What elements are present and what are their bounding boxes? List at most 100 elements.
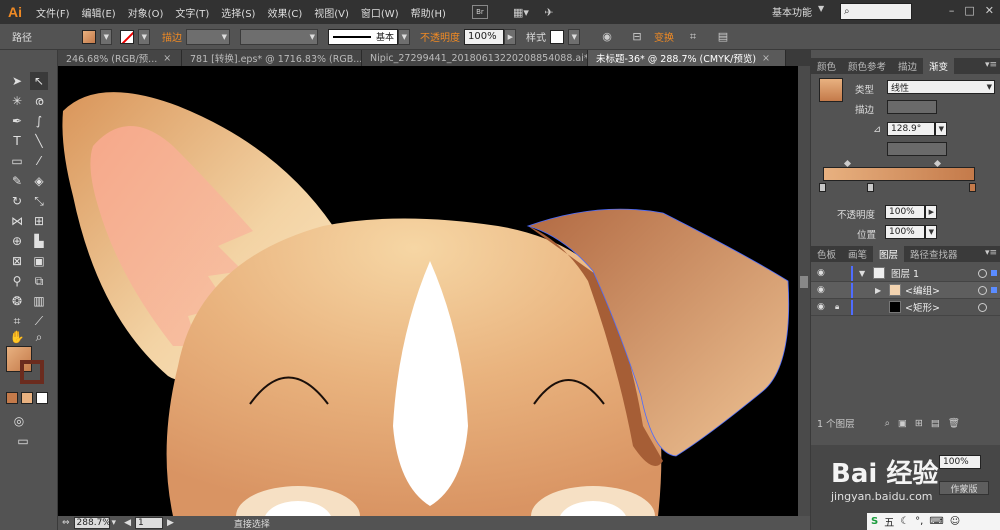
angle-field[interactable]: 128.9° [887,122,935,136]
panel-menu-icon[interactable]: ▤ [712,29,734,45]
midpoint-diamond[interactable] [933,159,942,168]
target-icon[interactable] [978,268,987,278]
brush-dropdown[interactable]: ▼ [398,28,410,45]
draw-mode-icon[interactable]: ◎ [10,412,28,430]
close-icon[interactable]: ✕ [985,4,994,17]
layer-name[interactable]: <编组> [905,283,940,297]
prev-artboard-icon[interactable]: ◀ [124,518,131,528]
layer-name[interactable]: 图层 1 [891,266,919,280]
tab-pathfinder[interactable]: 路径查找器 [904,246,964,262]
zoom-tool-icon[interactable]: ⌕ [30,328,48,346]
disclosure-triangle-icon[interactable]: ▶ [875,286,881,295]
gradient-stop-selected[interactable] [969,183,976,192]
menu-edit[interactable]: 编辑(E) [76,5,122,20]
layer-row[interactable]: ◉ 🔒︎ <矩形> [811,299,1000,316]
opacity-label[interactable]: 不透明度 [420,29,460,44]
tab-brushes[interactable]: 画笔 [842,246,873,262]
workspace-switcher[interactable]: 基本功能 [772,4,812,19]
angle-dropdown[interactable]: ▼ [935,122,947,136]
doc-tab-2[interactable]: 781 [转换].eps* @ 1716.83% (RGB...× [182,50,362,66]
doc-tab-active[interactable]: 未标题-36* @ 288.7% (CMYK/预览) × [588,50,786,66]
stop-opacity-field[interactable]: 100% [885,205,925,219]
width-tool-icon[interactable]: ⋈ [8,212,26,230]
close-icon[interactable]: × [163,53,171,64]
blend-tool-icon[interactable]: ⧉ [30,272,48,290]
gpu-performance-icon[interactable]: ✈ [538,4,560,20]
menu-view[interactable]: 视图(V) [308,5,355,20]
arrange-documents-icon[interactable]: ▦▾ [510,4,532,20]
make-mask-button[interactable]: 作蒙版 [939,481,989,495]
magic-wand-tool-icon[interactable]: ✳ [8,92,26,110]
moon-icon[interactable]: ☾ [900,516,909,527]
fill-dropdown[interactable]: ▼ [100,28,112,45]
gradient-stop[interactable] [819,183,826,192]
midpoint-diamond[interactable] [843,159,852,168]
pen-tool-icon[interactable]: ✒ [8,112,26,130]
gradient-tool-icon[interactable]: ▣ [30,252,48,270]
color-mode-button[interactable] [6,392,18,404]
maximize-icon[interactable]: □ [964,4,974,17]
keyboard-icon[interactable]: ⌨ [929,516,943,527]
rectangle-tool-icon[interactable]: ▭ [8,152,26,170]
transparency-opacity-field[interactable]: 100% [939,455,981,469]
curvature-tool-icon[interactable]: ∫ [30,112,48,130]
layer-name[interactable]: <矩形> [905,300,940,314]
panel-menu-icon[interactable]: ▾≡ [985,248,997,258]
menu-object[interactable]: 对象(O) [122,5,170,20]
eyedropper-tool-icon[interactable]: ⚲ [8,272,26,290]
lock-icon[interactable]: 🔒︎ [835,302,839,312]
chevron-down-icon[interactable]: ▼ [818,4,824,13]
gradient-mode-button[interactable] [21,392,33,404]
opacity-dropdown[interactable]: ▶ [925,205,937,219]
tab-color[interactable]: 颜色 [811,58,842,74]
screen-mode-icon[interactable]: ▭ [14,432,32,450]
rotate-tool-icon[interactable]: ↻ [8,192,26,210]
layer-row[interactable]: ◉ ▶ <编组> [811,282,1000,299]
gradient-preview[interactable] [819,78,843,102]
eye-icon[interactable]: ◉ [817,302,825,312]
scroll-thumb[interactable] [800,276,808,288]
transform-label[interactable]: 变换 [654,29,674,44]
user-icon[interactable]: ☺ [950,516,960,527]
gradient-slider[interactable] [823,167,975,181]
mesh-tool-icon[interactable]: ⊠ [8,252,26,270]
stroke-label[interactable]: 描边 [162,29,182,44]
brush-definition[interactable]: 基本 [328,28,398,45]
menu-select[interactable]: 选择(S) [215,5,261,20]
paintbrush-tool-icon[interactable]: ⁄ [30,152,48,170]
stroke-color-swatch[interactable] [20,360,44,384]
menu-file[interactable]: 文件(F) [30,5,76,20]
tab-gradient[interactable]: 渐变 [923,58,955,74]
opacity-dropdown[interactable]: ▶ [504,28,516,45]
none-mode-button[interactable] [36,392,48,404]
tab-color-guide[interactable]: 颜色参考 [842,58,892,74]
next-artboard-icon[interactable]: ▶ [167,518,174,528]
symbol-sprayer-tool-icon[interactable]: ❂ [8,292,26,310]
direct-selection-tool-icon[interactable]: ↖ [30,72,48,90]
scale-tool-icon[interactable]: ⤡ [30,192,48,210]
delete-icon[interactable]: 🗑︎ [948,418,960,429]
recolor-artwork-icon[interactable]: ◉ [596,29,618,45]
doc-tab-1[interactable]: 246.68% (RGB/预... × [58,50,182,66]
menu-help[interactable]: 帮助(H) [405,5,452,20]
perspective-grid-tool-icon[interactable]: ▙ [30,232,48,250]
zoom-dropdown-icon[interactable]: ▾ [112,518,117,528]
pencil-tool-icon[interactable]: ✎ [8,172,26,190]
isolate-icon[interactable]: ⌗ [682,29,704,45]
shape-builder-tool-icon[interactable]: ⊕ [8,232,26,250]
style-dropdown[interactable]: ▼ [568,28,580,45]
make-clipping-mask-icon[interactable]: ▣ [898,418,907,429]
type-tool-icon[interactable]: T [8,132,26,150]
close-icon[interactable]: × [762,53,770,64]
tab-layers[interactable]: 图层 [873,246,905,262]
tab-swatches[interactable]: 色板 [811,246,842,262]
selection-tool-icon[interactable]: ➤ [8,72,26,90]
disclosure-triangle-icon[interactable]: ▼ [859,269,865,278]
target-icon[interactable] [978,285,987,295]
artboard-nav-icon[interactable]: ⇔ [62,518,70,528]
opacity-field[interactable]: 100% [464,28,504,45]
punctuation-icon[interactable]: °, [915,516,923,527]
fill-swatch-small[interactable] [82,29,96,44]
tab-stroke[interactable]: 描边 [892,58,923,74]
eye-icon[interactable]: ◉ [817,285,825,295]
